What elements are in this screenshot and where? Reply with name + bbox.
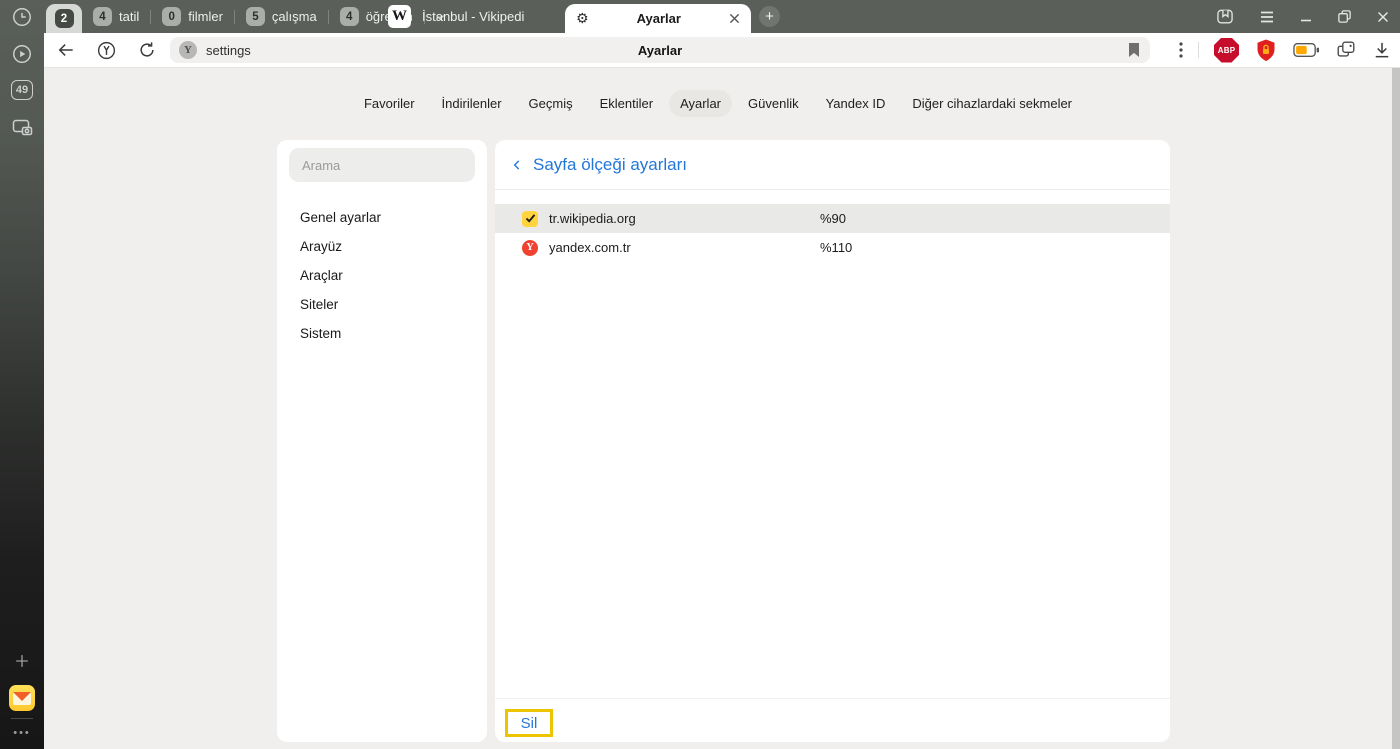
tab-title: İstanbul - Vikipedi	[422, 9, 524, 24]
nav-item-eklentiler[interactable]: Eklentiler	[589, 90, 664, 117]
page-zoom-settings-card: Sayfa ölçeği ayarları tr.wikipedia.org %…	[495, 140, 1170, 742]
nav-item-gecmis[interactable]: Geçmiş	[518, 90, 584, 117]
mail-tile	[9, 685, 35, 711]
close-window-icon[interactable]	[1376, 10, 1390, 24]
sidebar-item-siteler[interactable]: Siteler	[277, 290, 487, 319]
refresh-icon[interactable]	[137, 40, 157, 60]
page-favicon: Y	[179, 41, 197, 59]
zoom-rows: tr.wikipedia.org %90 Y yandex.com.tr %11…	[495, 204, 1170, 262]
nav-item-diger-cihazlar[interactable]: Diğer cihazlardaki sekmeler	[901, 90, 1083, 117]
titlebar: 2 4 tatil 0 filmler 5 çalışma 4 öğrenim	[44, 0, 1400, 33]
tab-group-count: 0	[162, 7, 181, 26]
rail-divider	[11, 718, 33, 719]
screenshot-icon[interactable]	[0, 115, 44, 139]
toolbar: Y settings Ayarlar ABP	[44, 33, 1400, 68]
settings-top-nav: Favoriler İndirilenler Geçmiş Eklentiler…	[44, 90, 1392, 117]
adblock-plus-icon[interactable]: ABP	[1214, 38, 1239, 63]
zoom-value: %90	[820, 211, 846, 226]
toolbar-right: ABP	[1179, 33, 1392, 67]
back-icon[interactable]	[56, 40, 76, 60]
restore-icon[interactable]	[1337, 9, 1352, 24]
site-name: yandex.com.tr	[549, 240, 631, 255]
sidebar-item-araclar[interactable]: Araçlar	[277, 261, 487, 290]
tab-group-label: filmler	[188, 9, 223, 24]
nav-item-yandex-id[interactable]: Yandex ID	[815, 90, 897, 117]
zoom-value: %110	[820, 240, 852, 255]
tab-settings-active[interactable]: ⚙ Ayarlar	[565, 4, 751, 33]
nav-item-indirilenler[interactable]: İndirilenler	[431, 90, 513, 117]
chevron-left-icon	[510, 158, 524, 172]
sidebar-item-arayuz[interactable]: Arayüz	[277, 232, 487, 261]
yandex-home-icon[interactable]	[96, 40, 117, 61]
address-bar-page-title: Ayarlar	[170, 43, 1150, 58]
address-bar[interactable]: Y settings Ayarlar	[170, 37, 1150, 63]
tab-group-count: 5	[246, 7, 265, 26]
mail-envelope-flap	[13, 692, 31, 701]
more-options-icon[interactable]	[1179, 42, 1183, 58]
nav-item-ayarlar[interactable]: Ayarlar	[669, 90, 732, 117]
new-tab-button[interactable]: +	[759, 6, 780, 27]
tab-group-active[interactable]: 2	[46, 4, 82, 33]
yandex-favicon: Y	[522, 240, 538, 256]
history-clock-icon[interactable]	[0, 6, 44, 28]
downloads-icon[interactable]	[1372, 40, 1392, 60]
group-separator	[150, 10, 151, 24]
tab-title: Ayarlar	[589, 11, 729, 26]
tab-group-count: 4	[93, 7, 112, 26]
nav-item-favoriler[interactable]: Favoriler	[353, 90, 426, 117]
card-footer: Sil	[495, 698, 1170, 742]
checkbox	[522, 211, 538, 227]
browser-window: 49 ••• 2 4 tatil 0	[0, 0, 1400, 749]
table-row-wikipedia[interactable]: tr.wikipedia.org %90	[495, 204, 1170, 233]
table-row-yandex[interactable]: Y yandex.com.tr %110	[495, 233, 1170, 262]
tab-count-label: 49	[11, 80, 33, 100]
site-name: tr.wikipedia.org	[549, 211, 636, 226]
checkbox-checked-icon[interactable]	[522, 211, 538, 227]
protect-shield-icon[interactable]	[1254, 38, 1278, 63]
gear-icon: ⚙	[576, 12, 589, 26]
settings-page: Favoriler İndirilenler Geçmiş Eklentiler…	[44, 68, 1400, 749]
page-title: Sayfa ölçeği ayarları	[533, 155, 687, 175]
tab-counter-badge[interactable]: 49	[0, 80, 44, 100]
group-separator	[328, 10, 329, 24]
more-apps-icon[interactable]: •••	[0, 727, 44, 739]
tab-group-label: tatil	[119, 9, 139, 24]
tab-group-calisma[interactable]: 5 çalışma	[246, 7, 317, 26]
sidebar-item-genel-ayarlar[interactable]: Genel ayarlar	[277, 203, 487, 232]
card-header[interactable]: Sayfa ölçeği ayarları	[495, 140, 1170, 190]
tab-group-tatil[interactable]: 4 tatil	[93, 7, 139, 26]
yandex-mail-icon[interactable]	[0, 685, 44, 711]
page-scrollbar[interactable]	[1392, 68, 1400, 749]
window-controls	[1215, 0, 1390, 33]
bookmark-icon[interactable]	[1127, 42, 1141, 58]
menu-icon[interactable]	[1259, 10, 1275, 24]
tab-group-count: 4	[340, 7, 359, 26]
tab-wikipedia[interactable]: W İstanbul - Vikipedi	[388, 0, 524, 33]
settings-sidebar-list: Genel ayarlar Arayüz Araçlar Siteler Sis…	[277, 203, 487, 348]
play-icon[interactable]	[0, 43, 44, 65]
add-panel-icon[interactable]	[0, 650, 44, 672]
url-text[interactable]: settings	[206, 43, 251, 58]
wikipedia-icon: W	[388, 5, 411, 28]
close-tab-icon[interactable]	[729, 13, 740, 24]
yandex-favicon-icon: Y	[522, 240, 538, 256]
tab-group-filmler[interactable]: 0 filmler	[162, 7, 223, 26]
delete-button[interactable]: Sil	[505, 709, 553, 737]
settings-sidebar: Genel ayarlar Arayüz Araçlar Siteler Sis…	[277, 140, 487, 742]
nav-buttons	[56, 33, 157, 67]
nav-item-guvenlik[interactable]: Güvenlik	[737, 90, 810, 117]
battery-icon[interactable]	[1293, 42, 1320, 58]
toolbar-divider	[1198, 42, 1199, 58]
left-rail: 49 •••	[0, 0, 44, 749]
sidebar-item-sistem[interactable]: Sistem	[277, 319, 487, 348]
search-input[interactable]	[289, 148, 475, 182]
tab-group-label: çalışma	[272, 9, 317, 24]
collections-icon[interactable]	[1335, 39, 1357, 61]
minimize-icon[interactable]	[1299, 10, 1313, 24]
group-separator	[234, 10, 235, 24]
tab-group-count: 2	[55, 9, 74, 28]
sidebar-panel-icon[interactable]	[1215, 7, 1235, 27]
